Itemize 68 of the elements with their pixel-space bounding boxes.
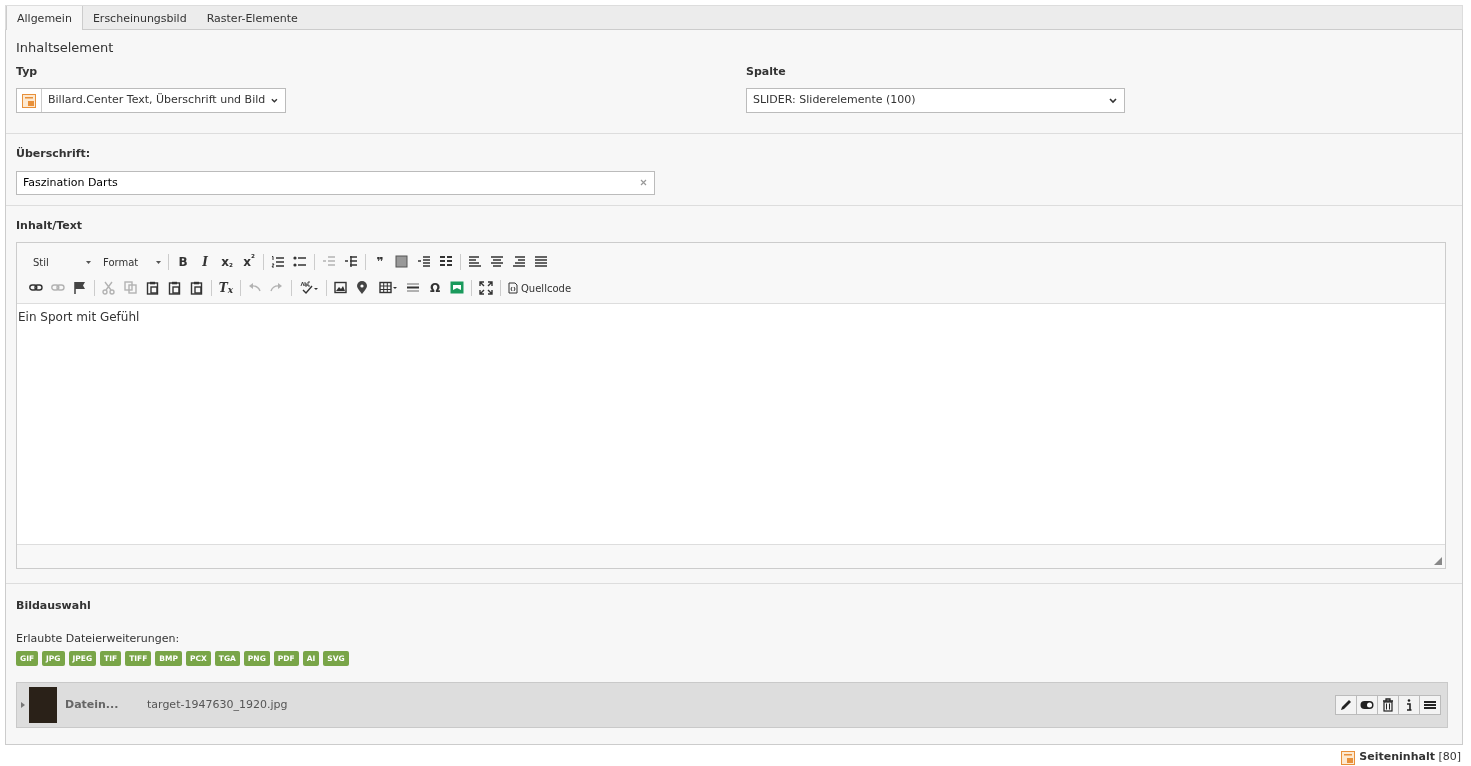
edit-button[interactable] bbox=[1335, 695, 1357, 716]
align-justify-icon bbox=[534, 255, 548, 269]
indent-icon bbox=[344, 255, 358, 269]
trash-icon bbox=[1381, 698, 1395, 713]
maximize-icon bbox=[479, 281, 493, 295]
bullet-list-icon bbox=[293, 255, 307, 269]
delete-button[interactable] bbox=[1377, 695, 1399, 716]
section-title: Inhaltselement bbox=[16, 39, 115, 57]
outdent-icon bbox=[322, 255, 336, 269]
tab[interactable]: Raster-Elemente bbox=[196, 6, 308, 29]
toolbar-button[interactable]: B bbox=[172, 251, 194, 273]
paste-icon bbox=[190, 281, 204, 295]
header-input-field[interactable]: Faszination Darts bbox=[16, 170, 655, 195]
spellcheck-icon bbox=[300, 281, 318, 295]
info-button[interactable] bbox=[1398, 695, 1420, 716]
columns-icon bbox=[439, 255, 453, 269]
code-file-icon bbox=[508, 282, 518, 294]
block-icon bbox=[395, 255, 409, 269]
copy-icon bbox=[124, 281, 138, 295]
toolbar-button[interactable]: I bbox=[194, 251, 216, 273]
clear-icon bbox=[640, 178, 647, 186]
field-label: Inhalt/Text bbox=[16, 217, 84, 234]
sort-button[interactable] bbox=[1419, 695, 1441, 716]
field-label: Spalte bbox=[746, 63, 787, 80]
photo-placeholder bbox=[29, 687, 57, 724]
numbered-list-icon bbox=[271, 255, 285, 269]
toolbar-button[interactable]: ❞ bbox=[369, 251, 391, 273]
tab[interactable]: Allgemein bbox=[6, 6, 83, 30]
horizontal-line-icon bbox=[406, 281, 420, 295]
pencil-icon bbox=[1339, 698, 1353, 713]
caret-icon bbox=[86, 260, 91, 264]
paste-icon bbox=[168, 281, 182, 295]
align-right-icon bbox=[512, 255, 526, 269]
style-dropdown[interactable]: Format bbox=[95, 251, 165, 273]
content-element-icon bbox=[22, 93, 36, 108]
content-element-icon bbox=[1341, 750, 1356, 765]
caret-icon bbox=[1109, 97, 1117, 104]
flag-icon bbox=[73, 281, 87, 295]
image-icon bbox=[334, 281, 348, 295]
resize-handle-icon bbox=[1434, 557, 1442, 565]
style-dropdown[interactable]: Stil bbox=[25, 251, 95, 273]
caret-icon bbox=[156, 260, 161, 264]
column-select[interactable]: SLIDER: Sliderelemente (100) bbox=[746, 88, 1125, 113]
editor-text: Ein Sport mit Gefühl bbox=[18, 309, 141, 326]
file-name: target-1947630_1920.jpg bbox=[147, 697, 289, 713]
allowed-extensions-label: Erlaubte Dateierweiterungen: bbox=[16, 630, 181, 647]
type-select[interactable]: Billard.Center Text, Überschrift und Bild bbox=[16, 88, 286, 113]
toggle-button[interactable] bbox=[1356, 695, 1378, 716]
source-button[interactable]: Quellcode bbox=[504, 277, 576, 299]
field-label: Überschrift: bbox=[16, 146, 92, 162]
scissors-icon bbox=[102, 281, 116, 295]
paste-icon bbox=[146, 281, 160, 295]
align-center-icon bbox=[490, 255, 504, 269]
text-direction-icon bbox=[417, 255, 431, 269]
table-icon bbox=[379, 281, 397, 295]
record-title: Seiteninhalt [80] bbox=[1359, 749, 1461, 766]
caret-icon bbox=[271, 97, 278, 104]
toolbar-button[interactable]: x$^{²}$ bbox=[238, 251, 260, 273]
map-pin-icon bbox=[356, 281, 370, 295]
toolbar-button[interactable]: x$_{₂}$ bbox=[216, 251, 238, 273]
toolbar-button[interactable]: Ω bbox=[424, 277, 446, 299]
tab[interactable]: Erscheinungsbild bbox=[82, 6, 197, 29]
field-label: Bildauswahl bbox=[16, 598, 92, 614]
file-title: Datein... bbox=[65, 697, 120, 713]
toolbar-button[interactable]: T$_{x}$ bbox=[215, 277, 237, 299]
banner-icon bbox=[450, 281, 464, 295]
field-label: Typ bbox=[16, 63, 39, 80]
align-left-icon bbox=[468, 255, 482, 269]
